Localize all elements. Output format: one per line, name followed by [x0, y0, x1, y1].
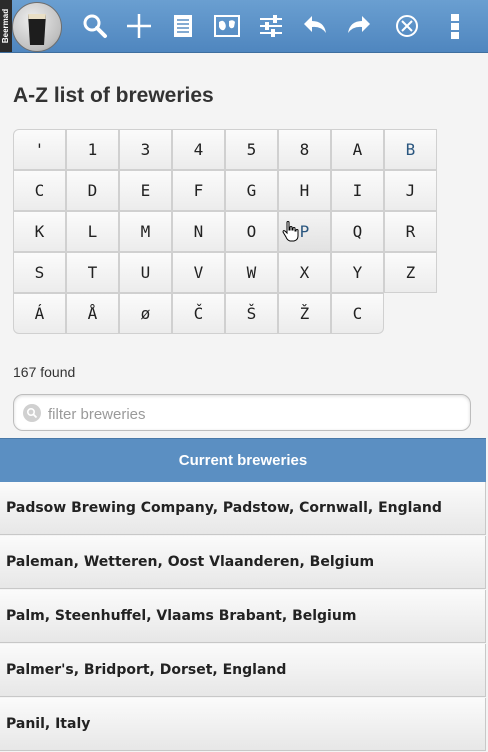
letter-button[interactable]: X	[278, 252, 331, 293]
letter-button[interactable]: V	[172, 252, 225, 293]
letter-button[interactable]: E	[119, 170, 172, 211]
add-icon[interactable]	[121, 8, 157, 44]
letter-button[interactable]: M	[119, 211, 172, 252]
results-count: 167 found	[13, 364, 76, 380]
brewery-list: Padsow Brewing Company, Padstow, Cornwal…	[0, 482, 486, 752]
letter-button[interactable]: I	[331, 170, 384, 211]
brand-strip: Beermad	[0, 0, 12, 52]
letter-button[interactable]: F	[172, 170, 225, 211]
letter-button[interactable]: T	[66, 252, 119, 293]
page-title: A-Z list of breweries	[13, 84, 214, 107]
close-icon[interactable]	[389, 8, 425, 44]
letter-button[interactable]: ø	[119, 293, 172, 334]
brewery-item[interactable]: Palm, Steenhuffel, Vlaams Brabant, Belgi…	[0, 590, 486, 643]
beer-logo-icon[interactable]	[12, 2, 62, 52]
letter-button[interactable]: Š	[225, 293, 278, 334]
letter-button[interactable]: Ž	[278, 293, 331, 334]
letter-button[interactable]: Á	[13, 293, 66, 334]
list-icon[interactable]	[165, 8, 201, 44]
letter-button[interactable]: H	[278, 170, 331, 211]
map-icon[interactable]	[209, 8, 245, 44]
brewery-item[interactable]: Paleman, Wetteren, Oost Vlaanderen, Belg…	[0, 536, 486, 589]
letter-button[interactable]: 4	[172, 129, 225, 170]
list-header: Current breweries	[0, 438, 486, 483]
search-icon	[23, 404, 41, 422]
letter-button[interactable]: 5	[225, 129, 278, 170]
letter-button[interactable]: B	[384, 129, 437, 170]
letter-button[interactable]: Z	[384, 252, 437, 293]
letter-button[interactable]: N	[172, 211, 225, 252]
filter-input[interactable]	[46, 401, 460, 427]
letter-button[interactable]: Å	[66, 293, 119, 334]
letter-button[interactable]: 8	[278, 129, 331, 170]
brewery-item[interactable]: Panil, Italy	[0, 698, 486, 751]
filter-field[interactable]	[13, 394, 471, 431]
letter-button[interactable]: D	[66, 170, 119, 211]
hand-cursor-icon	[282, 221, 299, 242]
settings-sliders-icon[interactable]	[253, 8, 289, 44]
forward-icon[interactable]	[341, 8, 377, 44]
back-icon[interactable]	[297, 8, 333, 44]
brewery-item[interactable]: Palmer's, Bridport, Dorset, England	[0, 644, 486, 697]
letter-button[interactable]: O	[225, 211, 278, 252]
brewery-item[interactable]: Padsow Brewing Company, Padstow, Cornwal…	[0, 482, 486, 535]
letter-button[interactable]: W	[225, 252, 278, 293]
letter-button[interactable]: 1	[66, 129, 119, 170]
letter-button[interactable]: Q	[331, 211, 384, 252]
search-icon[interactable]	[77, 8, 113, 44]
letter-button[interactable]: A	[331, 129, 384, 170]
letter-button[interactable]: K	[13, 211, 66, 252]
letter-button[interactable]: L	[66, 211, 119, 252]
letter-button[interactable]: C	[331, 293, 384, 334]
letter-button[interactable]: G	[225, 170, 278, 211]
letter-button[interactable]: '	[13, 129, 66, 170]
brand-label: Beermad	[1, 8, 10, 44]
letter-button[interactable]: Č	[172, 293, 225, 334]
top-toolbar: Beermad	[0, 0, 488, 53]
letter-button[interactable]: U	[119, 252, 172, 293]
letter-button[interactable]: J	[384, 170, 437, 211]
letter-button[interactable]: C	[13, 170, 66, 211]
letter-button[interactable]: 3	[119, 129, 172, 170]
letter-button[interactable]: Y	[331, 252, 384, 293]
letter-button[interactable]: S	[13, 252, 66, 293]
letter-button[interactable]: R	[384, 211, 437, 252]
menu-icon[interactable]	[437, 8, 473, 44]
